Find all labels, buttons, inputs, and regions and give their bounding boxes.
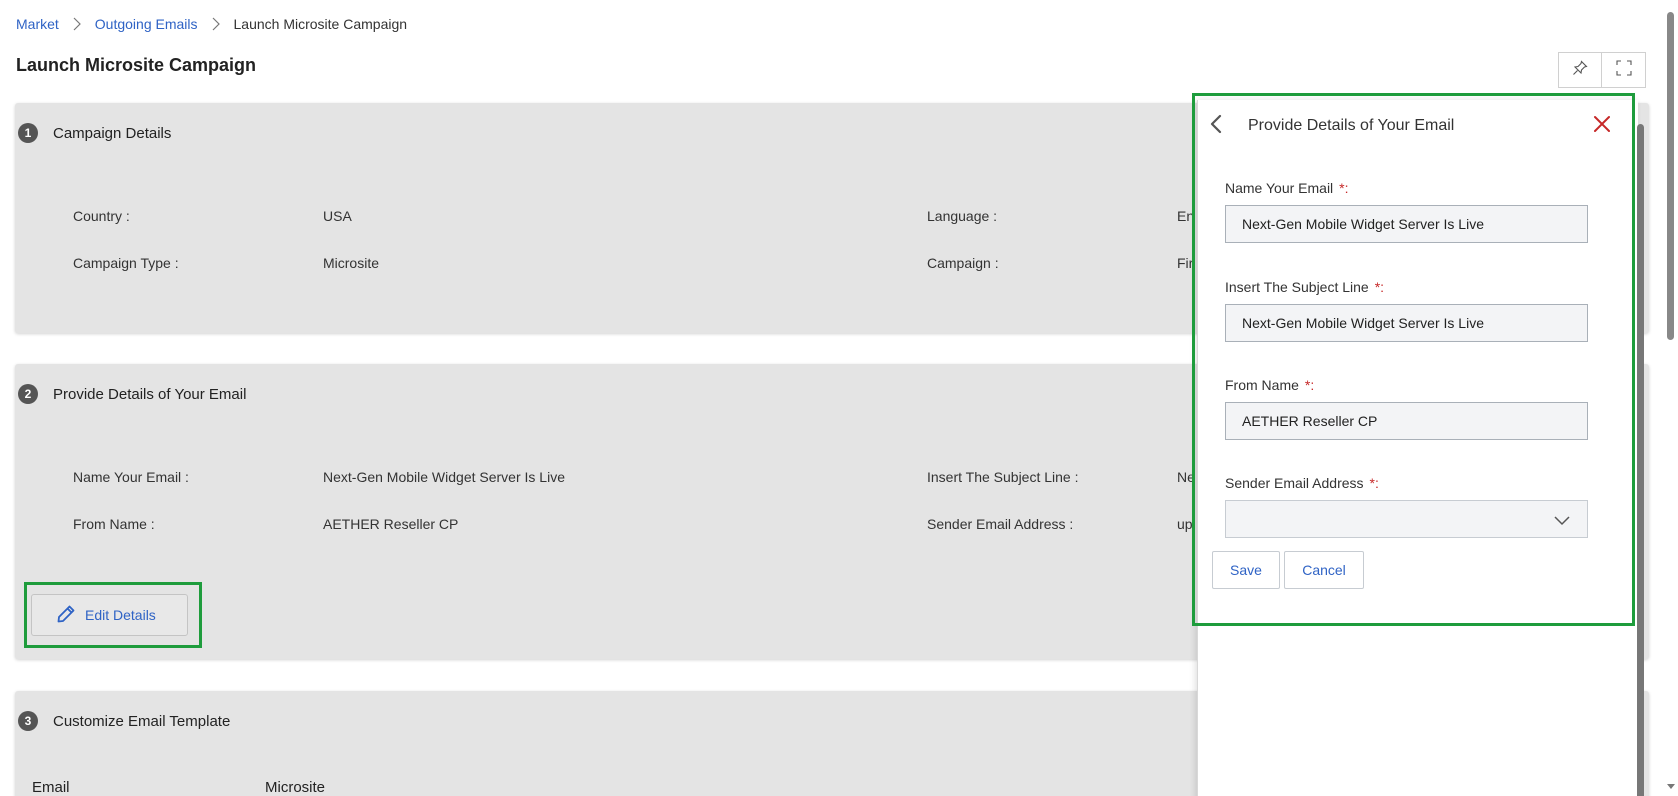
email-details-header: 2 Provide Details of Your Email	[18, 384, 246, 404]
breadcrumb: Market Outgoing Emails Launch Microsite …	[16, 16, 407, 32]
section-title: Customize Email Template	[53, 712, 231, 730]
field-value: USA	[323, 208, 352, 224]
breadcrumb-market-link[interactable]: Market	[16, 16, 59, 32]
field-label: Country :	[73, 208, 130, 224]
chevron-right-icon	[73, 17, 81, 31]
scroll-down-icon[interactable]	[1667, 784, 1675, 789]
customize-template-header: 3 Customize Email Template	[18, 711, 230, 731]
page-title: Launch Microsite Campaign	[16, 55, 257, 75]
breadcrumb-current: Launch Microsite Campaign	[233, 16, 408, 32]
pin-button[interactable]	[1558, 52, 1602, 88]
step-number: 1	[18, 123, 38, 143]
chevron-right-icon	[212, 17, 220, 31]
scrollbar-thumb[interactable]	[1667, 12, 1674, 340]
section-title: Campaign Details	[53, 124, 172, 142]
tab-email[interactable]: Email	[32, 779, 70, 796]
step-number: 3	[18, 711, 38, 731]
panel-scrollbar[interactable]	[1634, 104, 1646, 796]
field-label: Language :	[927, 208, 998, 224]
section-title: Provide Details of Your Email	[53, 385, 247, 403]
expand-icon	[1615, 59, 1632, 81]
tab-microsite[interactable]: Microsite	[265, 779, 325, 796]
edit-button-highlight	[24, 582, 202, 648]
field-value: Microsite	[323, 255, 380, 271]
scrollbar-thumb[interactable]	[1637, 124, 1644, 796]
field-value: Next-Gen Mobile Widget Server Is Live	[323, 469, 565, 485]
field-value: Fir	[1177, 255, 1194, 271]
field-label: Insert The Subject Line :	[927, 469, 1079, 485]
page-actions	[1558, 52, 1646, 88]
panel-highlight	[1192, 93, 1635, 626]
fullscreen-button[interactable]	[1602, 52, 1646, 88]
field-value: up	[1177, 516, 1193, 532]
field-label: From Name :	[73, 516, 155, 532]
breadcrumb-outgoing-emails-link[interactable]: Outgoing Emails	[95, 16, 198, 32]
field-label: Campaign Type :	[73, 255, 179, 271]
pin-icon	[1572, 59, 1588, 81]
window-scrollbar[interactable]	[1664, 0, 1678, 796]
page-root: Market Outgoing Emails Launch Microsite …	[0, 0, 1678, 796]
field-label: Sender Email Address :	[927, 516, 1074, 532]
field-label: Campaign :	[927, 255, 999, 271]
field-label: Name Your Email :	[73, 469, 189, 485]
field-value: AETHER Reseller CP	[323, 516, 459, 532]
step-number: 2	[18, 384, 38, 404]
campaign-details-header: 1 Campaign Details	[18, 123, 171, 143]
